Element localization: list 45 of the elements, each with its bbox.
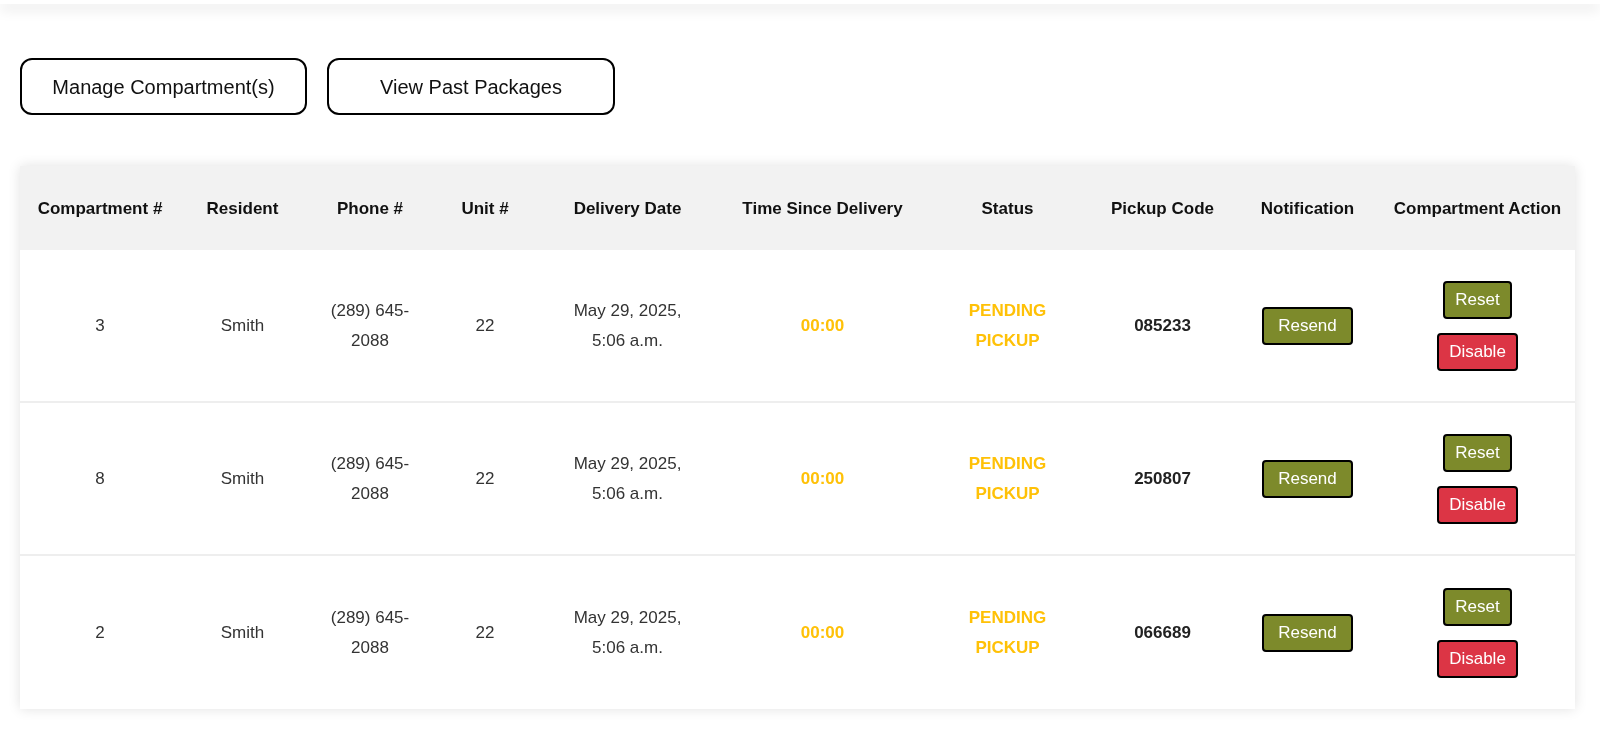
disable-button[interactable]: Disable	[1437, 332, 1518, 371]
table-cell-text: 22	[475, 621, 495, 644]
table-cell-text: (289) 645-2088	[329, 606, 411, 659]
table-cell-text: 8	[95, 467, 105, 490]
table-cell-text: May 29, 2025, 5:06 a.m.	[572, 299, 683, 352]
status-label: PENDING PICKUP	[967, 452, 1048, 505]
column-header: Time Since Delivery	[742, 197, 903, 220]
reset-button[interactable]: Reset	[1443, 280, 1512, 319]
table-cell-text: (289) 645-2088	[329, 452, 411, 505]
column-header: Compartment Action	[1393, 197, 1562, 220]
pickup-code: 085233	[1134, 314, 1191, 337]
column-header: Status	[981, 197, 1034, 220]
elapsed-time: 00:00	[800, 621, 845, 644]
reset-button[interactable]: Reset	[1443, 433, 1512, 472]
table-cell-text: 22	[475, 467, 495, 490]
resend-button[interactable]: Resend	[1262, 306, 1353, 345]
column-header: Compartment #	[37, 197, 163, 220]
action-button[interactable]: View Past Packages	[327, 58, 615, 115]
elapsed-time: 00:00	[800, 314, 845, 337]
reset-button[interactable]: Reset	[1443, 587, 1512, 626]
table-cell-text: May 29, 2025, 5:06 a.m.	[572, 606, 683, 659]
table-cell-text: 2	[95, 621, 105, 644]
status-label: PENDING PICKUP	[967, 606, 1048, 659]
elapsed-time: 00:00	[800, 467, 845, 490]
disable-button[interactable]: Disable	[1437, 485, 1518, 524]
pickup-code: 250807	[1134, 467, 1191, 490]
column-header: Delivery Date	[573, 197, 682, 220]
table-cell-text: Smith	[220, 467, 265, 490]
pickup-code: 066689	[1134, 621, 1191, 644]
resend-button[interactable]: Resend	[1262, 459, 1353, 498]
resend-button[interactable]: Resend	[1262, 613, 1353, 652]
column-header: Resident	[206, 197, 279, 220]
table-cell-text: Smith	[220, 314, 265, 337]
column-header: Unit #	[461, 197, 509, 220]
column-header: Notification	[1260, 197, 1355, 220]
disable-button[interactable]: Disable	[1437, 639, 1518, 678]
column-header: Pickup Code	[1111, 197, 1214, 220]
table-cell-text: (289) 645-2088	[329, 299, 411, 352]
column-header: Phone #	[336, 197, 404, 220]
table-cell-text: May 29, 2025, 5:06 a.m.	[572, 452, 683, 505]
status-label: PENDING PICKUP	[967, 299, 1048, 352]
action-button[interactable]: Manage Compartment(s)	[20, 58, 307, 115]
table-cell-text: 22	[475, 314, 495, 337]
table-cell-text: Smith	[220, 621, 265, 644]
table-cell-text: 3	[95, 314, 105, 337]
